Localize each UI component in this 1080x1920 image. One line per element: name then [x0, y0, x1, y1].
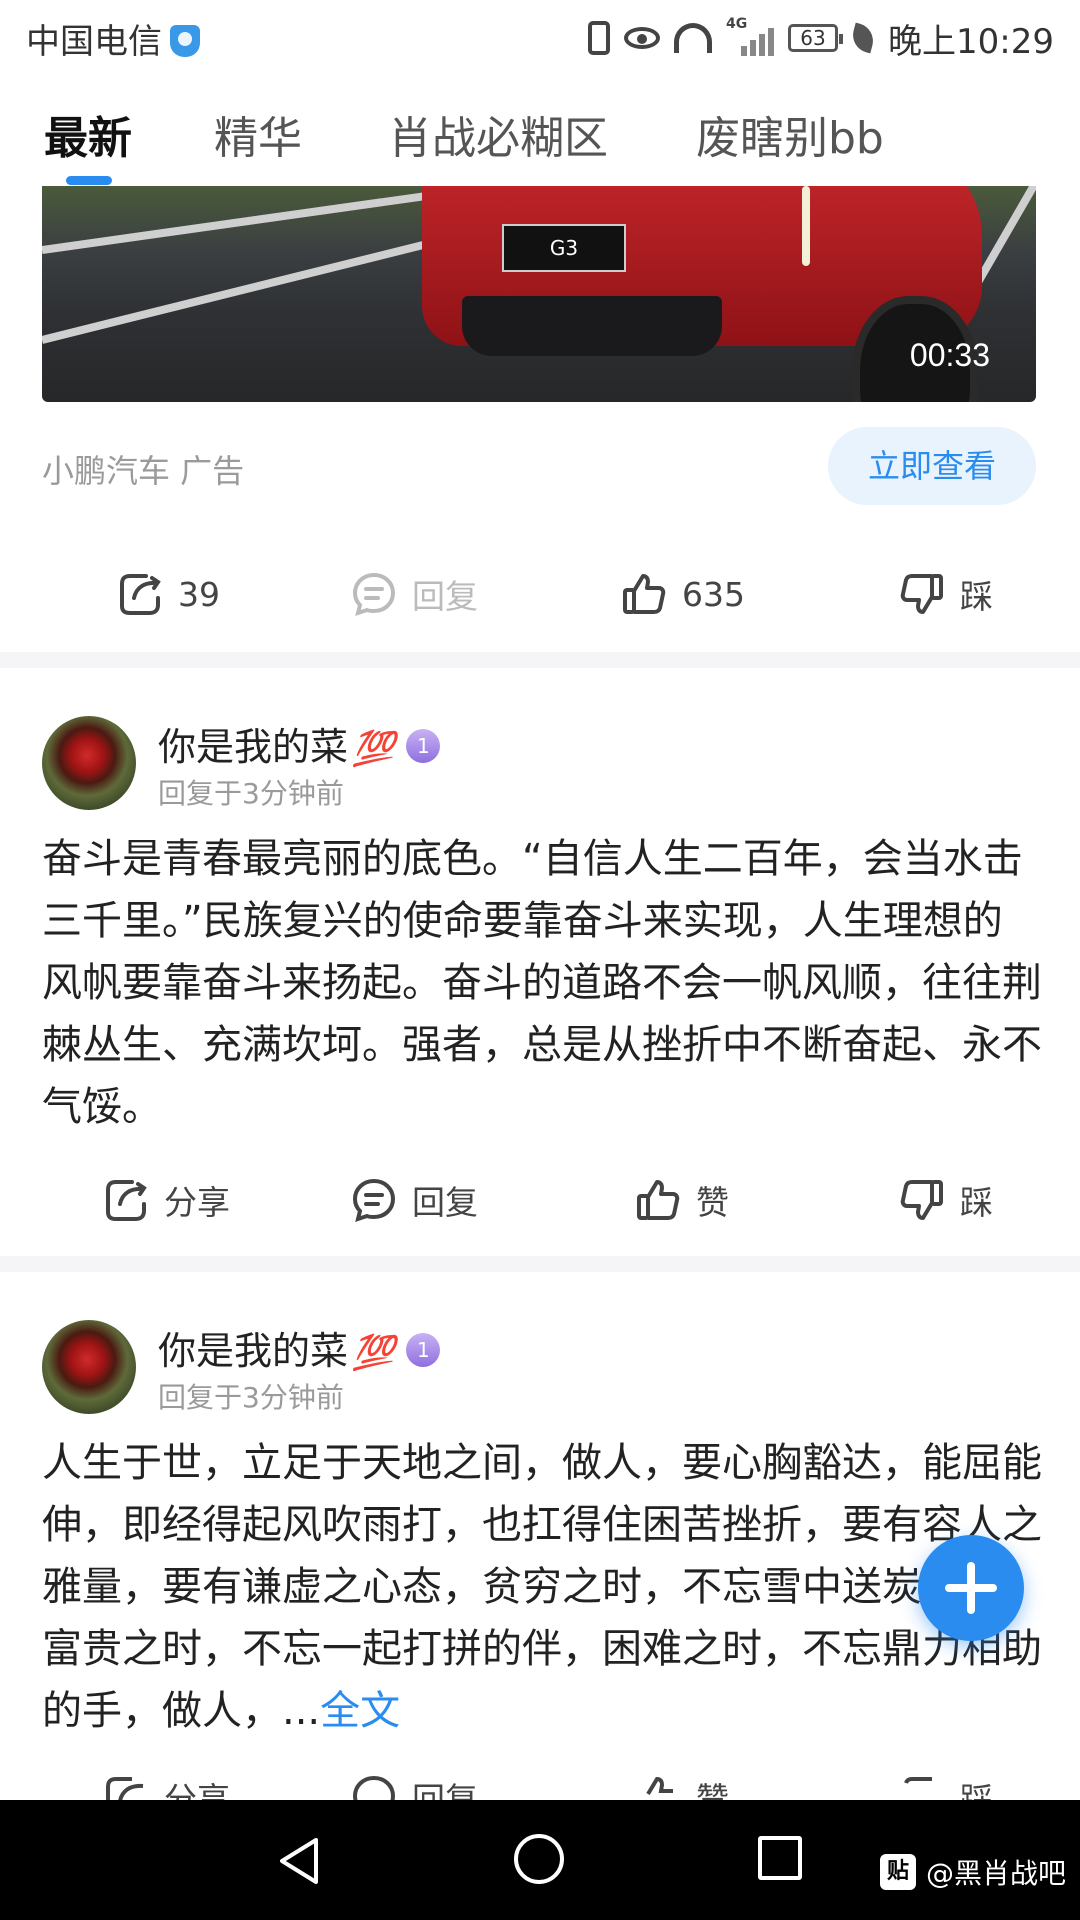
power-saving-icon	[849, 22, 878, 54]
hundred-emoji: 💯	[352, 1333, 395, 1373]
shield-icon	[170, 24, 200, 57]
battery-icon: 63	[788, 24, 844, 52]
ad-sponsor-label: 小鹏汽车 广告	[42, 452, 245, 490]
dislike-button[interactable]: 踩	[898, 1762, 993, 1800]
tab-zone[interactable]: 肖战必糊区	[388, 102, 608, 166]
avatar[interactable]	[42, 716, 136, 810]
thumbs-down-icon	[898, 1176, 946, 1224]
thumbs-down-icon	[898, 570, 946, 618]
home-icon[interactable]	[514, 1834, 564, 1884]
thumbs-up-icon	[634, 1176, 682, 1224]
view-now-button[interactable]: 立即查看	[828, 427, 1036, 505]
thumbs-up-icon	[634, 1773, 682, 1800]
username[interactable]: 你是我的菜 💯 1	[158, 716, 441, 771]
post-body[interactable]: 奋斗是青春最亮丽的底色。“自信人生二百年，会当水击三千里。”民族复兴的使命要靠奋…	[42, 828, 1042, 1138]
comment-icon	[350, 570, 398, 618]
hundred-emoji: 💯	[352, 729, 395, 769]
road-line	[42, 187, 459, 254]
eye-comfort-icon	[624, 27, 661, 49]
ad-action-bar: 39 回复 635 踩	[0, 559, 1080, 629]
share-icon	[116, 570, 164, 618]
level-badge: 1	[406, 1332, 441, 1367]
tab-other[interactable]: 废瞎别bb	[696, 102, 884, 166]
license-plate: G3	[502, 224, 626, 272]
share-icon	[102, 1176, 150, 1224]
full-text-link[interactable]: 全文	[320, 1688, 400, 1734]
thumbs-up-icon	[620, 570, 668, 618]
thumbs-down-icon	[898, 1773, 946, 1800]
tab-latest[interactable]: 最新	[44, 102, 132, 166]
new-post-button[interactable]	[918, 1535, 1024, 1641]
avatar[interactable]	[42, 1320, 136, 1414]
reply-time: 回复于3分钟前	[158, 777, 344, 810]
comment-icon	[350, 1773, 398, 1800]
dislike-button[interactable]: 踩	[898, 559, 993, 629]
vibrate-icon	[588, 21, 611, 55]
tab-bar: 最新 精华 肖战必糊区 废瞎别bb	[0, 76, 1080, 186]
video-duration: 00:33	[909, 337, 990, 373]
cellular-signal-icon: 4G	[726, 16, 775, 56]
share-button[interactable]: 分享	[102, 1762, 230, 1800]
system-nav-bar: 贴 @黑肖战吧	[0, 1800, 1080, 1920]
post-action-bar: 分享 回复 赞 踩	[0, 1762, 1080, 1800]
tab-indicator	[66, 176, 112, 185]
divider	[0, 652, 1080, 668]
share-icon	[102, 1773, 150, 1800]
watermark: 贴 @黑肖战吧	[879, 1852, 1066, 1892]
status-bar: 中国电信 4G 63 晚上10:29	[0, 0, 1080, 76]
share-button[interactable]: 39	[116, 559, 220, 629]
username[interactable]: 你是我的菜 💯 1	[158, 1320, 441, 1375]
wifi-icon	[674, 23, 713, 53]
tieba-logo: 贴	[879, 1854, 916, 1890]
level-badge: 1	[406, 728, 441, 763]
clock: 晚上10:29	[888, 21, 1054, 62]
divider	[0, 1256, 1080, 1272]
like-button[interactable]: 赞	[634, 1762, 729, 1800]
post-card: 你是我的菜 💯 1 回复于3分钟前 奋斗是青春最亮丽的底色。“自信人生二百年，会当水…	[0, 716, 1080, 1236]
reply-button[interactable]: 回复	[350, 559, 478, 629]
tab-featured[interactable]: 精华	[214, 102, 302, 166]
ad-video[interactable]: G3 00:33	[42, 186, 1036, 402]
post-card: 你是我的菜 💯 1 回复于3分钟前 人生于世，立足于天地之间，做人，要心胸豁达，能屈…	[0, 1320, 1080, 1740]
carrier-label: 中国电信	[26, 14, 200, 63]
dislike-button[interactable]: 踩	[898, 1165, 993, 1235]
post-action-bar: 分享 回复 赞 踩	[0, 1165, 1080, 1235]
like-button[interactable]: 赞	[634, 1165, 729, 1235]
reply-button[interactable]: 回复	[350, 1762, 478, 1800]
post-body[interactable]: 人生于世，立足于天地之间，做人，要心胸豁达，能屈能伸，即经得起风吹雨打，也扛得住…	[42, 1432, 1042, 1742]
recent-apps-icon[interactable]	[758, 1836, 802, 1880]
comment-icon	[350, 1176, 398, 1224]
back-icon[interactable]	[276, 1836, 326, 1886]
like-button[interactable]: 635	[620, 559, 745, 629]
reply-time: 回复于3分钟前	[158, 1381, 344, 1414]
reply-button[interactable]: 回复	[350, 1165, 478, 1235]
share-button[interactable]: 分享	[102, 1165, 230, 1235]
